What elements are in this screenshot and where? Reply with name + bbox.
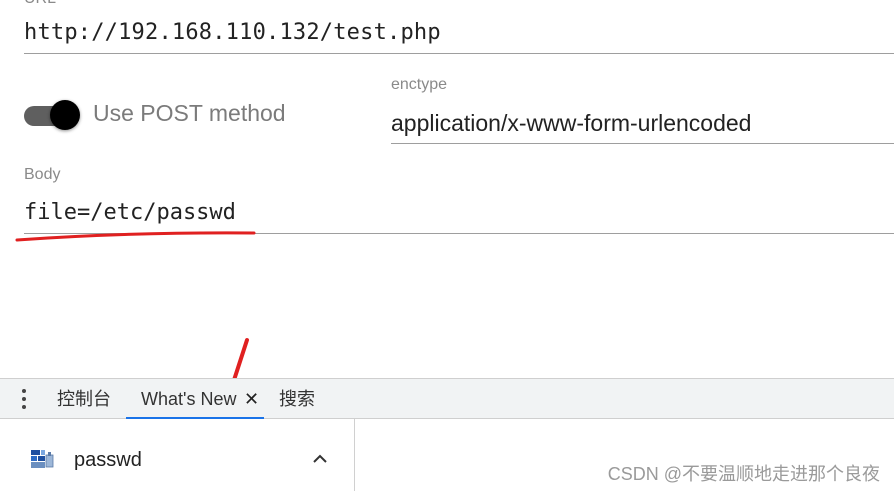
page: URL http://192.168.110.132/test.php Use …	[0, 0, 894, 491]
tab-whats-new[interactable]: What's New ✕	[126, 379, 264, 419]
download-file-name: passwd	[74, 449, 142, 471]
watermark: CSDN @不要温顺地走进那个良夜	[607, 464, 880, 484]
more-options-icon[interactable]	[14, 388, 34, 410]
chevron-up-icon[interactable]	[310, 451, 330, 467]
body-input[interactable]: file=/etc/passwd	[24, 200, 236, 225]
body-label: Body	[24, 166, 61, 183]
url-label: URL	[24, 0, 56, 8]
tab-whats-new-label: What's New	[141, 389, 237, 409]
enctype-input[interactable]: application/x-www-form-urlencoded	[391, 110, 751, 137]
close-icon[interactable]: ✕	[244, 379, 259, 419]
url-input[interactable]: http://192.168.110.132/test.php	[24, 20, 441, 45]
post-method-label: Use POST method	[93, 100, 286, 126]
tab-console[interactable]: 控制台	[57, 379, 111, 419]
tab-search[interactable]: 搜索	[279, 379, 315, 419]
devtools-drawer-tabs: 控制台 What's New ✕ 搜索	[0, 378, 894, 419]
download-item[interactable]: passwd	[0, 419, 355, 491]
post-method-toggle[interactable]	[24, 100, 80, 130]
file-icon	[31, 450, 54, 468]
toggle-knob	[50, 100, 80, 130]
body-underline	[24, 233, 894, 234]
download-bar: passwd CSDN @不要温顺地走进那个良夜	[0, 419, 894, 491]
url-underline	[24, 53, 894, 54]
enctype-label: enctype	[391, 76, 448, 93]
enctype-underline	[391, 143, 894, 144]
